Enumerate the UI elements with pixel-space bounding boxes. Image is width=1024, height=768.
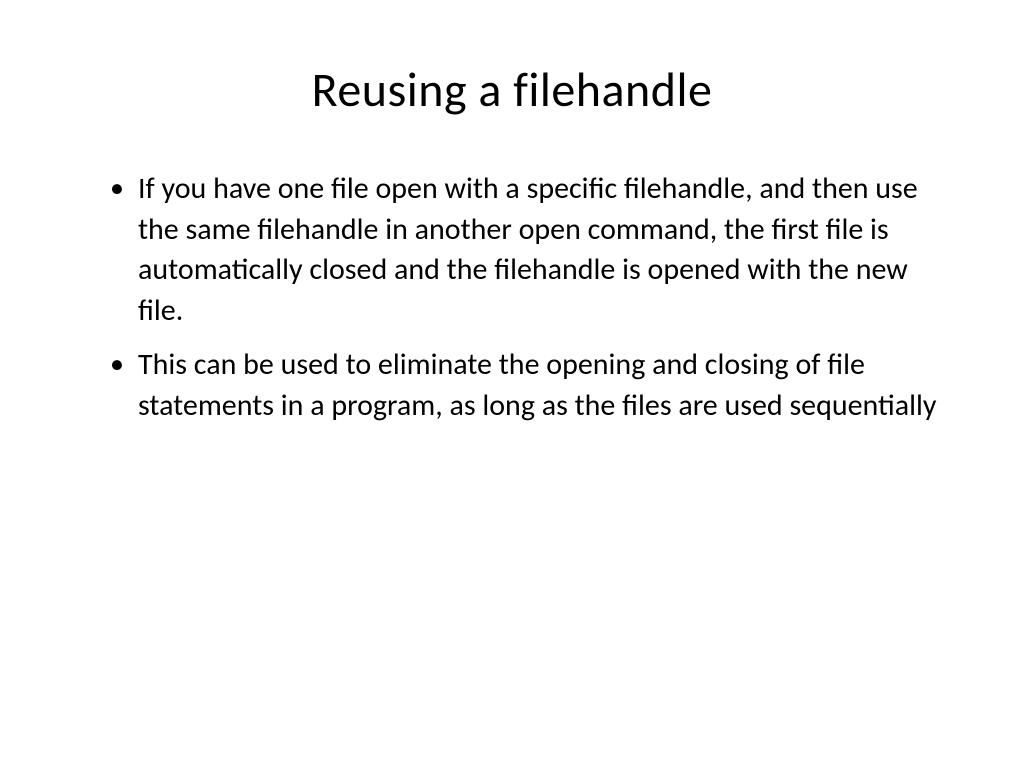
bullet-item: If you have one file open with a specifi… — [110, 169, 944, 331]
slide-title: Reusing a filehandle — [80, 60, 944, 119]
bullet-list: If you have one file open with a specifi… — [80, 169, 944, 426]
bullet-item: This can be used to eliminate the openin… — [110, 345, 944, 426]
